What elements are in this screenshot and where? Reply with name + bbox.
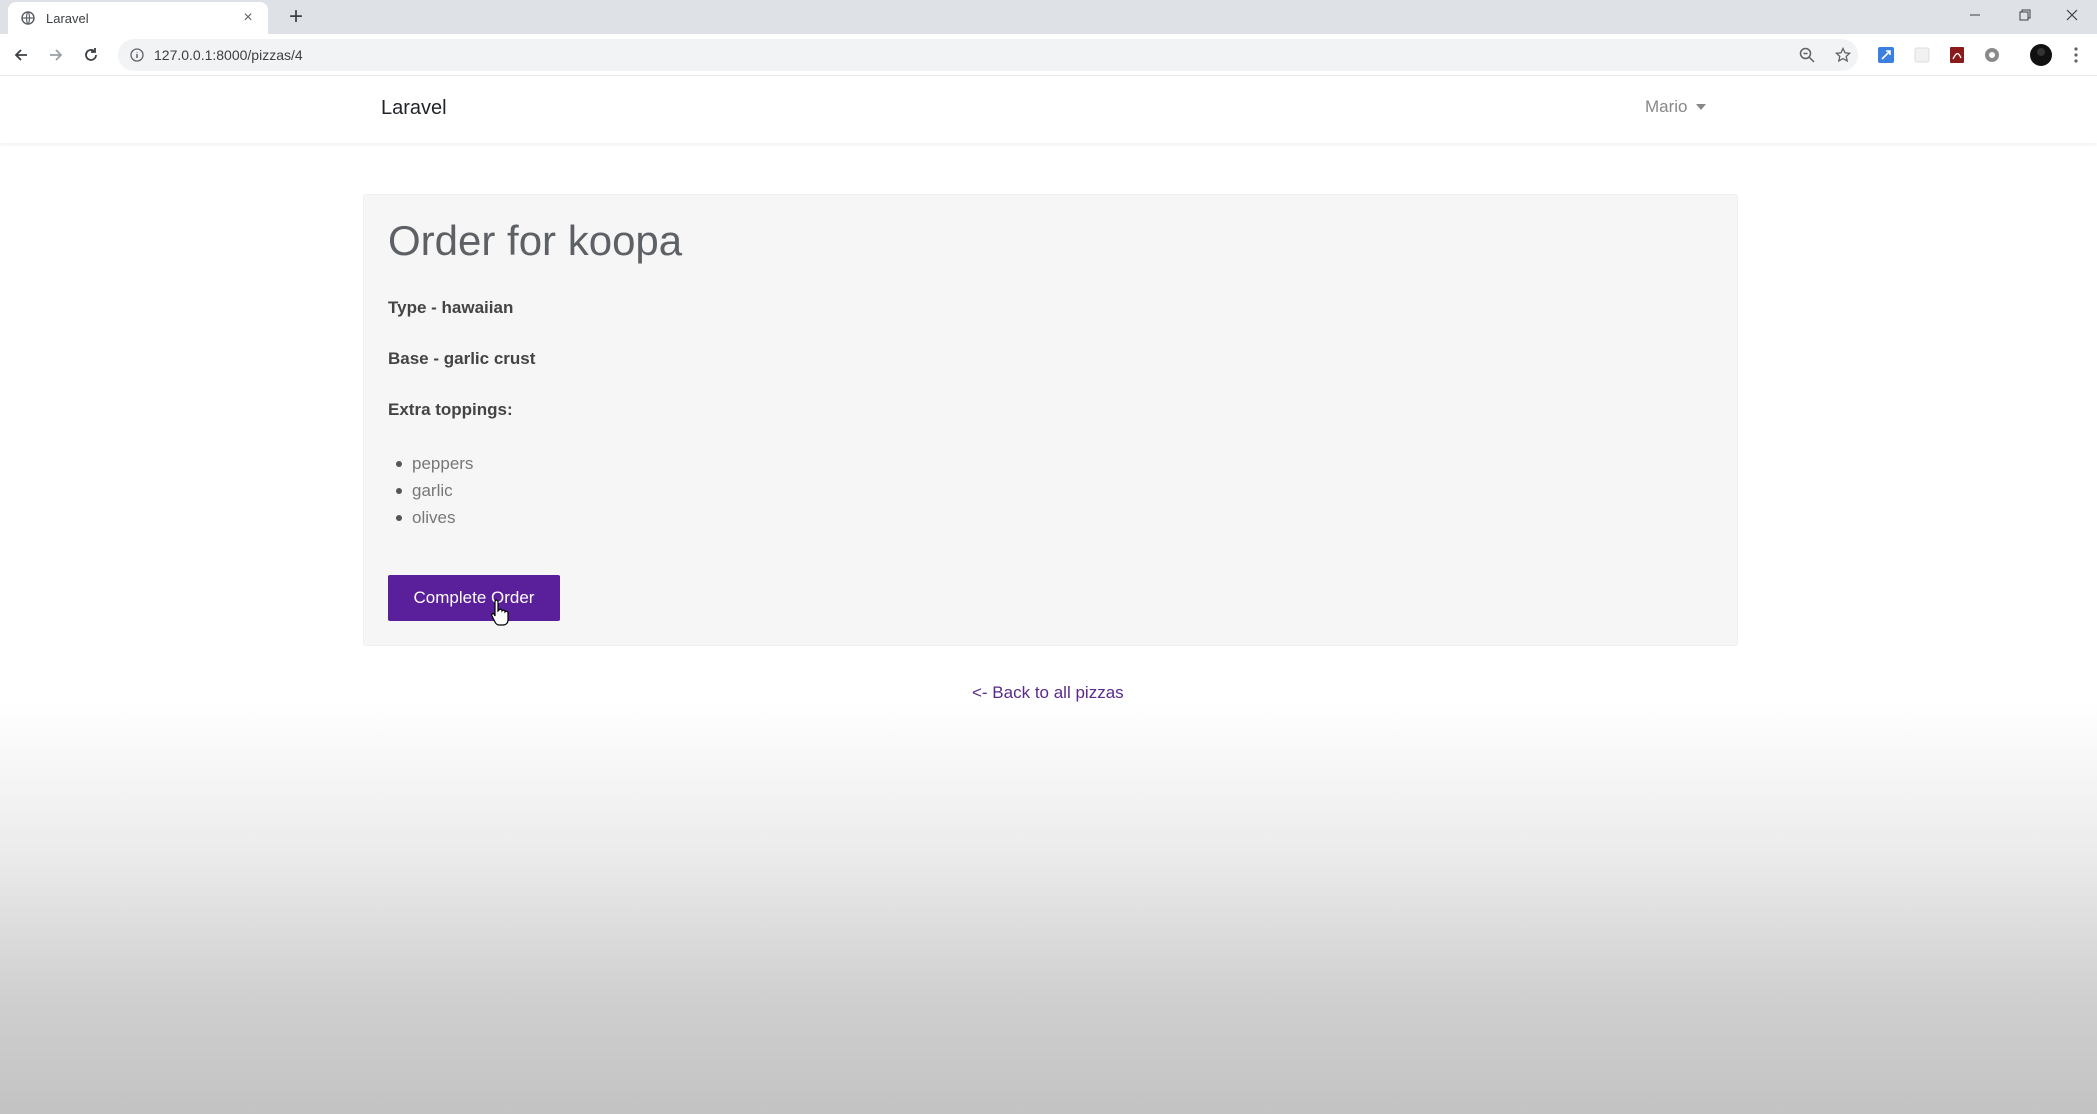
browser-toolbar: 127.0.0.1:8000/pizzas/4	[0, 34, 2097, 76]
tab-title: Laravel	[46, 10, 89, 26]
menu-icon[interactable]	[2064, 43, 2088, 67]
page-title: Order for koopa	[388, 217, 683, 264]
extension-icon[interactable]	[1910, 43, 1934, 67]
caret-down-icon	[1695, 104, 1706, 110]
pizza-type: Type - hawaiian	[388, 298, 514, 317]
list-item: olives	[395, 504, 473, 531]
pizza-base: Base - garlic crust	[388, 349, 536, 368]
toppings-label: Extra toppings:	[388, 400, 513, 419]
globe-icon	[20, 10, 36, 26]
restore-icon[interactable]	[2000, 0, 2050, 30]
user-name: Mario	[1645, 97, 1688, 116]
user-dropdown[interactable]: Mario	[1645, 97, 1706, 117]
brand-link[interactable]: Laravel	[381, 97, 447, 120]
new-tab-button[interactable]: +	[282, 3, 310, 31]
order-card: Order for koopa Type - hawaiian Base - g…	[363, 194, 1738, 646]
browser-tab[interactable]: Laravel ×	[8, 2, 268, 34]
hand-cursor-icon	[490, 598, 512, 626]
info-icon[interactable]	[128, 46, 146, 64]
zoom-icon[interactable]	[1795, 43, 1819, 67]
forward-icon[interactable]	[43, 42, 69, 68]
url-text: 127.0.0.1:8000/pizzas/4	[154, 47, 303, 63]
profile-icon[interactable]	[2029, 43, 2053, 67]
list-item: peppers	[395, 450, 473, 477]
star-icon[interactable]	[1831, 43, 1855, 67]
back-icon[interactable]	[8, 42, 34, 68]
complete-order-button[interactable]: Complete Order	[388, 575, 560, 621]
pdf-extension-icon[interactable]	[1945, 43, 1969, 67]
toppings-list: peppers garlic olives	[395, 450, 473, 531]
app-navbar: Laravel Mario	[0, 77, 2097, 143]
back-to-pizzas-link[interactable]: <- Back to all pizzas	[972, 683, 1124, 703]
extension-icon[interactable]	[1980, 43, 2004, 67]
browser-tabstrip: Laravel × +	[0, 0, 2097, 34]
address-bar[interactable]: 127.0.0.1:8000/pizzas/4	[118, 39, 1858, 71]
extension-icon[interactable]	[1874, 43, 1898, 67]
tab-close-icon[interactable]: ×	[238, 9, 258, 27]
reload-icon[interactable]	[78, 42, 104, 68]
list-item: garlic	[395, 477, 473, 504]
close-window-icon[interactable]	[2047, 0, 2097, 30]
minimize-icon[interactable]	[1950, 0, 2000, 30]
